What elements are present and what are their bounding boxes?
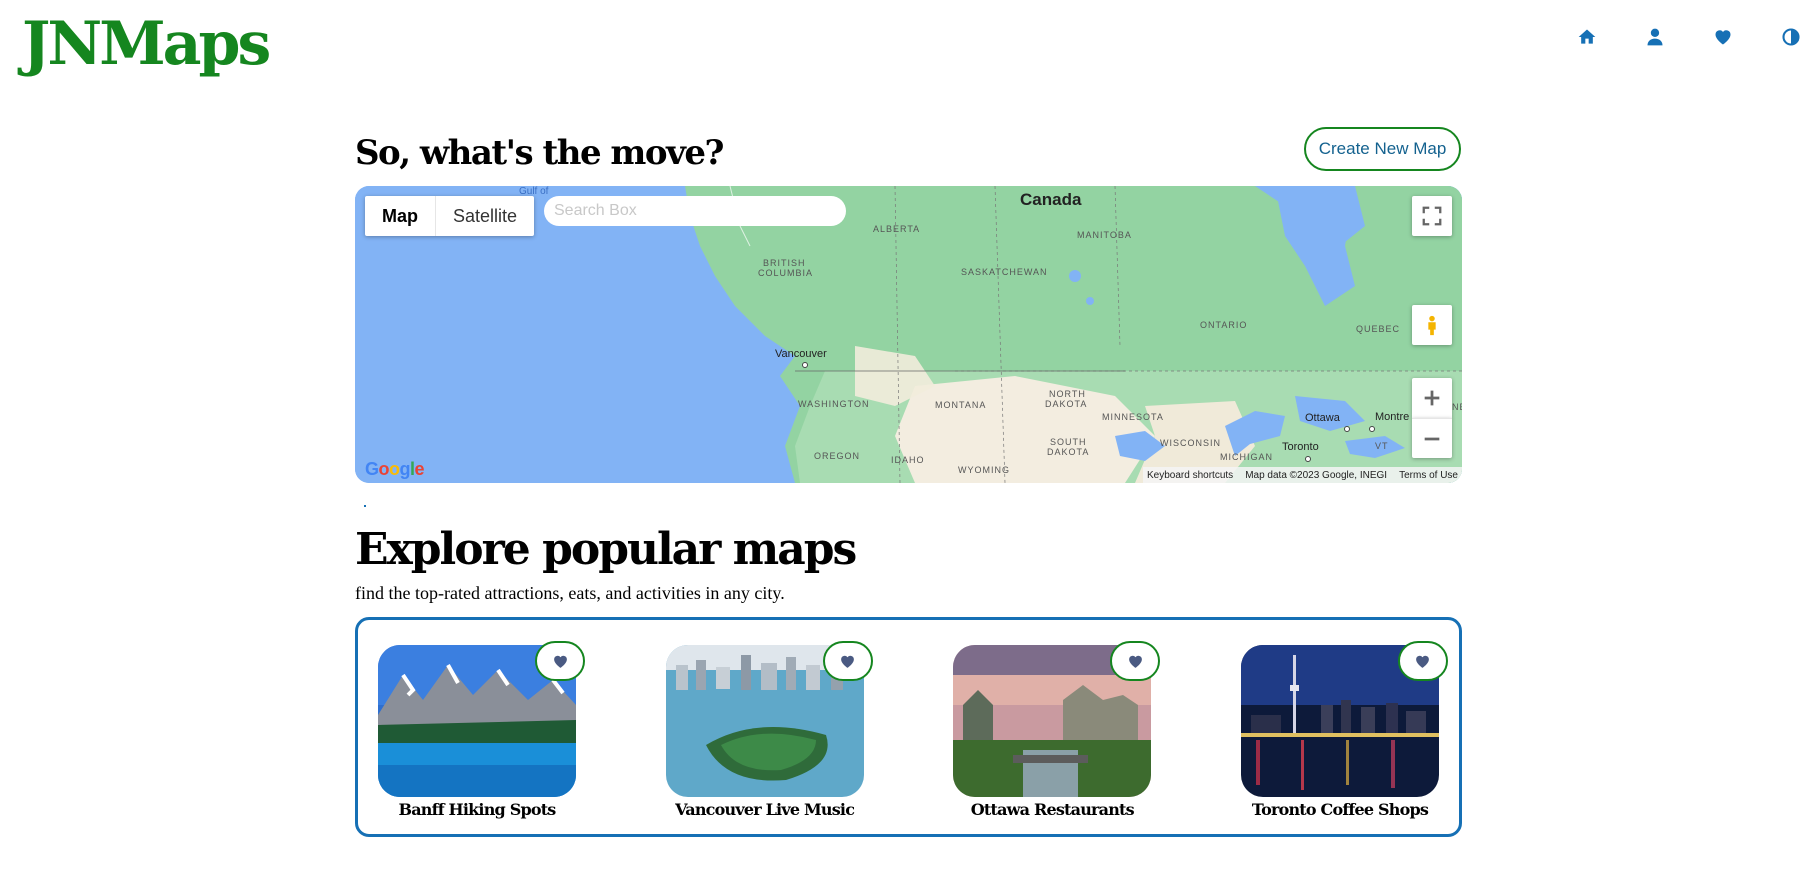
card-title: Banff Hiking Spots xyxy=(398,800,556,819)
zoom-out-button[interactable] xyxy=(1412,418,1452,458)
map-label-ne: NE xyxy=(1452,402,1462,412)
map-city-dot-toronto xyxy=(1305,456,1311,462)
map-label-montana: MONTANA xyxy=(935,400,987,410)
map-label-columbia: COLUMBIA xyxy=(758,268,814,278)
google-logo-letter: e xyxy=(414,459,425,479)
map-type-toggle: Map Satellite xyxy=(365,196,535,236)
favorite-button[interactable] xyxy=(535,641,585,681)
map-label-oregon: OREGON xyxy=(814,451,861,461)
plus-icon xyxy=(1424,390,1440,406)
card-title: Ottawa Restaurants xyxy=(970,800,1135,819)
card-title: Vancouver Live Music xyxy=(675,800,855,819)
heart-icon xyxy=(841,655,855,668)
pegman-icon xyxy=(1428,315,1436,336)
keyboard-shortcuts-link[interactable]: Keyboard shortcuts xyxy=(1147,470,1233,481)
google-logo-letter: o xyxy=(389,459,400,479)
map-city-toronto: Toronto xyxy=(1282,441,1319,453)
home-icon[interactable] xyxy=(1576,26,1598,48)
fullscreen-icon xyxy=(1422,206,1442,226)
heart-icon xyxy=(553,655,567,668)
heart-icon[interactable] xyxy=(1712,26,1734,48)
user-icon[interactable] xyxy=(1644,26,1666,48)
map-type-map-button[interactable]: Map xyxy=(365,196,436,236)
map-widget[interactable]: Canada ALBERTA MANITOBA BRITISH COLUMBIA… xyxy=(355,186,1462,483)
map-label-wyoming: WYOMING xyxy=(958,465,1010,475)
map-label-ontario: ONTARIO xyxy=(1200,320,1248,330)
street-view-pegman[interactable] xyxy=(1412,305,1452,345)
fullscreen-button[interactable] xyxy=(1412,196,1452,236)
heart-icon xyxy=(1416,655,1430,668)
page-headline: So, what's the move? xyxy=(355,133,724,173)
map-card-vancouver[interactable]: Vancouver Live Music xyxy=(665,641,873,834)
map-city-montreal: Montre xyxy=(1375,411,1410,423)
map-search-input[interactable] xyxy=(544,196,846,226)
map-label-north-dakota: DAKOTA xyxy=(1045,399,1088,409)
map-label-washington: WASHINGTON xyxy=(798,399,870,409)
map-city-dot-vancouver xyxy=(802,362,808,368)
google-logo-letter: g xyxy=(399,459,411,479)
map-city-dot-montreal xyxy=(1369,426,1375,432)
explore-title: Explore popular maps xyxy=(355,524,857,575)
top-nav xyxy=(1576,26,1802,48)
map-type-satellite-button[interactable]: Satellite xyxy=(436,196,534,236)
create-new-map-button[interactable]: Create New Map xyxy=(1304,127,1461,171)
map-label-michigan: MICHIGAN xyxy=(1220,452,1273,462)
heart-icon xyxy=(1128,655,1142,668)
google-logo-letter: G xyxy=(365,459,379,479)
minus-icon xyxy=(1424,437,1440,440)
map-card-banff[interactable]: Banff Hiking Spots xyxy=(378,641,585,834)
popular-maps-list: Banff Hiking Spots Vancouver Live Music xyxy=(355,617,1462,837)
map-label-south-dakota: DAKOTA xyxy=(1047,447,1090,457)
map-label-minnesota: MINNESOTA xyxy=(1102,412,1164,422)
map-label-quebec: QUEBEC xyxy=(1356,324,1401,334)
google-logo[interactable]: Google xyxy=(365,459,425,480)
brand-logo[interactable]: JNMaps xyxy=(22,8,271,80)
map-label-saskatchewan: SASKATCHEWAN xyxy=(961,267,1048,277)
card-title: Toronto Coffee Shops xyxy=(1251,800,1429,819)
favorite-button[interactable] xyxy=(1110,641,1161,681)
map-label-idaho: IDAHO xyxy=(891,455,925,465)
map-label-wisconsin: WISCONSIN xyxy=(1160,438,1222,448)
map-attribution: Keyboard shortcuts Map data ©2023 Google… xyxy=(1143,467,1462,483)
zoom-in-button[interactable] xyxy=(1412,378,1452,418)
explore-subtitle: find the top-rated attractions, eats, an… xyxy=(355,583,785,603)
map-card-ottawa[interactable]: Ottawa Restaurants xyxy=(953,641,1161,834)
map-label-alberta: ALBERTA xyxy=(873,224,921,234)
map-card-toronto[interactable]: Toronto Coffee Shops xyxy=(1240,641,1448,834)
google-logo-letter: o xyxy=(378,459,390,479)
map-label-vt: VT xyxy=(1375,441,1389,451)
divider-dot xyxy=(364,505,366,507)
map-city-ottawa: Ottawa xyxy=(1305,412,1340,424)
map-label-canada: Canada xyxy=(1020,190,1082,209)
favorite-button[interactable] xyxy=(1397,641,1448,681)
map-city-dot-ottawa xyxy=(1344,426,1350,432)
map-city-vancouver: Vancouver xyxy=(775,348,827,360)
map-data-text: Map data ©2023 Google, INEGI xyxy=(1245,469,1388,481)
favorite-button[interactable] xyxy=(822,641,873,681)
terms-of-use-link[interactable]: Terms of Use xyxy=(1399,470,1458,481)
contrast-icon[interactable] xyxy=(1780,26,1802,48)
map-label-manitoba: MANITOBA xyxy=(1077,230,1132,240)
